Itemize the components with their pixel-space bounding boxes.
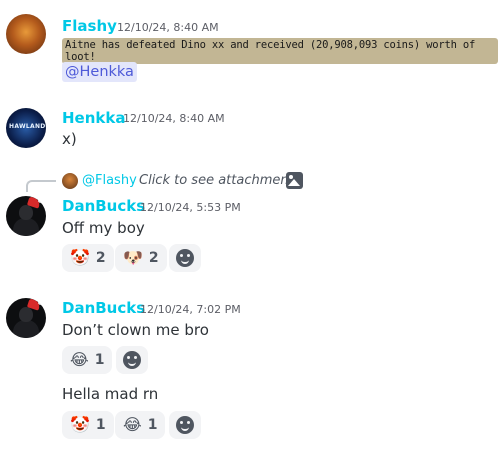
mention-henkka[interactable]: @Henkka <box>62 62 137 82</box>
add-reaction-icon <box>176 249 194 267</box>
avatar-danbucks[interactable] <box>6 196 46 236</box>
joy-emoji: 😂 <box>123 415 142 434</box>
author-name[interactable]: DanBucks <box>62 299 145 317</box>
reaction-count: 2 <box>95 250 106 266</box>
avatar-figure-body <box>13 218 39 236</box>
timestamp[interactable]: 12/10/24, 7:02 PM <box>140 303 241 316</box>
reaction-joy[interactable]: 😂 1 <box>62 346 113 374</box>
message-text: Don’t clown me bro <box>62 321 209 339</box>
avatar-figure-head <box>19 205 33 220</box>
loot-message: Aitne has defeated Dino xx and received … <box>62 38 498 64</box>
avatar-flashy[interactable] <box>6 14 46 54</box>
timestamp[interactable]: 12/10/24, 8:40 AM <box>117 21 219 34</box>
add-reaction-button[interactable] <box>169 244 201 272</box>
message-danbucks-2: DanBucks 12/10/24, 7:02 PM Don’t clown m… <box>0 290 498 449</box>
avatar-henkka-label: HAWLAND <box>9 123 46 130</box>
message-text: x) <box>62 130 77 148</box>
reply-preview-text[interactable]: Click to see attachment <box>139 173 294 188</box>
message-text: Off my boy <box>62 219 145 237</box>
add-reaction-button[interactable] <box>169 411 201 439</box>
avatar-figure-head <box>19 307 33 322</box>
reaction-count: 1 <box>95 417 106 433</box>
custom-emoji: 🐶 <box>123 248 143 267</box>
timestamp[interactable]: 12/10/24, 8:40 AM <box>123 112 225 125</box>
add-reaction-icon <box>176 416 194 434</box>
reaction-joy[interactable]: 😂 1 <box>115 411 166 439</box>
reaction-custom[interactable]: 🐶 2 <box>115 244 167 272</box>
reply-mention[interactable]: @Flashy <box>82 173 137 188</box>
image-icon <box>286 172 303 189</box>
reaction-count: 1 <box>94 352 105 368</box>
avatar-figure-body <box>13 320 39 338</box>
timestamp[interactable]: 12/10/24, 5:53 PM <box>140 201 241 214</box>
reaction-count: 2 <box>148 250 159 266</box>
reaction-clown[interactable]: 🤡 2 <box>62 244 114 272</box>
message-henkka: HAWLAND Henkka 12/10/24, 8:40 AM x) <box>0 90 498 150</box>
clown-emoji: 🤡 <box>70 248 90 267</box>
clown-emoji: 🤡 <box>70 415 90 434</box>
add-reaction-button[interactable] <box>116 346 148 374</box>
avatar-henkka[interactable]: HAWLAND <box>6 108 46 148</box>
avatar-danbucks[interactable] <box>6 298 46 338</box>
add-reaction-icon <box>123 351 141 369</box>
message-flashy: Flashy 12/10/24, 8:40 AM Aitne has defea… <box>0 0 498 90</box>
reply-avatar[interactable] <box>62 173 78 189</box>
message-text-followup: Hella mad rn <box>62 385 159 403</box>
reaction-count: 1 <box>147 417 158 433</box>
author-name[interactable]: Henkka <box>62 109 125 127</box>
author-name[interactable]: DanBucks <box>62 197 145 215</box>
joy-emoji: 😂 <box>70 350 89 369</box>
author-name[interactable]: Flashy <box>62 17 117 35</box>
reaction-clown[interactable]: 🤡 1 <box>62 411 114 439</box>
message-danbucks-1: DanBucks 12/10/24, 5:53 PM Off my boy 🤡 … <box>0 190 498 280</box>
